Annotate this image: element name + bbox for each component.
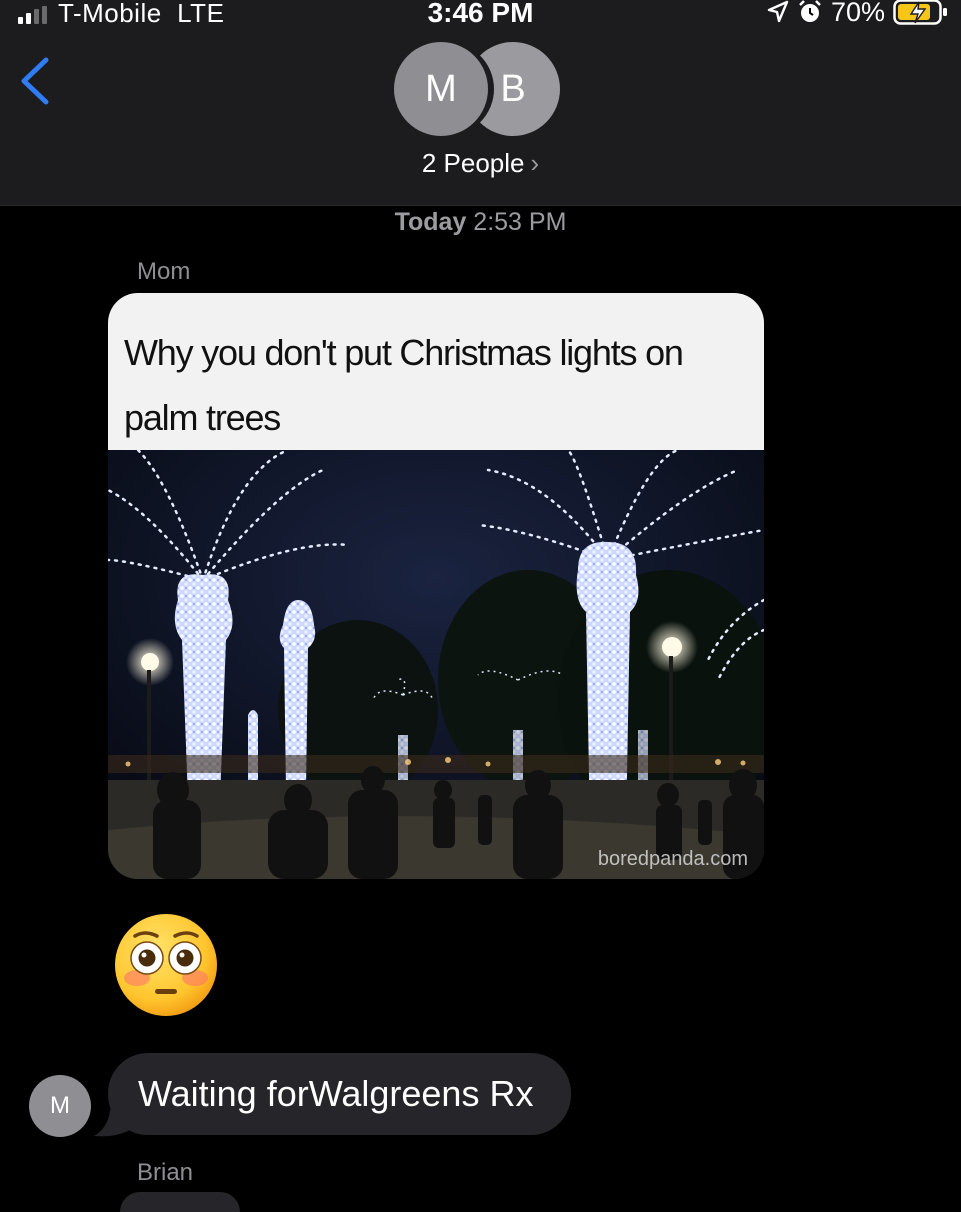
text-message-bubble[interactable]: Waiting forWalgreens Rx [108,1053,572,1135]
back-chevron-icon[interactable] [18,56,52,106]
chevron-right-icon: › [530,148,540,178]
battery-percent: 70% [830,0,885,27]
location-icon [767,0,789,23]
next-sender-name: Brian [137,1159,194,1186]
group-details-link[interactable]: 2 People › [0,148,961,179]
people-count-label: 2 People [421,148,525,178]
alarm-icon [799,0,821,22]
sender-name: Mom [137,258,191,285]
status-right-group: 70% [767,0,949,27]
next-message-bubble[interactable] [120,1192,240,1212]
sender-avatar[interactable]: M [29,1075,91,1137]
thread-timestamp: Today 2:53 PM [394,208,567,236]
battery-charging-icon [893,0,947,25]
message-text: Waiting forWalgreens Rx [138,1073,534,1114]
flushed-face-emoji[interactable] [113,912,219,1018]
image-watermark: boredpanda.com [597,848,748,870]
status-bar: T-Mobile LTE 3:46 PM 70% [0,0,961,30]
image-message[interactable]: Why you don't put Christmas lights on pa… [108,293,764,879]
avatar-m: M [394,42,488,136]
group-avatars[interactable]: B M [394,42,560,138]
meme-caption-panel: Why you don't put Christmas lights on pa… [108,293,764,450]
meme-caption: Why you don't put Christmas lights on pa… [124,332,684,438]
palm-trees-photo [108,450,764,879]
